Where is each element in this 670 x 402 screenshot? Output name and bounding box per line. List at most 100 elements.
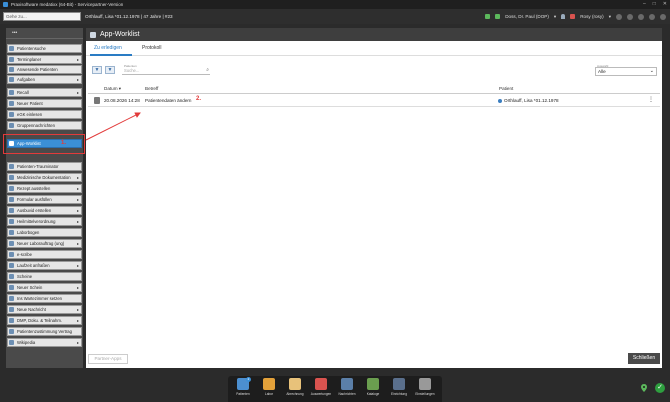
worklist-search-input[interactable]: Suche... ⌕ bbox=[122, 67, 210, 75]
annotation-step-2: 2. bbox=[196, 96, 202, 102]
sidebar-item-dmp-doku-teilnahm[interactable]: DMP, Doku. & Teilnahm. ▸ bbox=[7, 316, 82, 325]
sidebar-item-neuer-schein[interactable]: Neuer Schein ▸ bbox=[7, 283, 82, 292]
sidebar-item-label: Recall bbox=[17, 90, 29, 95]
chevron-down-icon[interactable]: ▾ bbox=[609, 12, 611, 21]
annotation-highlight-box bbox=[3, 134, 85, 154]
dock-item-patienten[interactable]: Patienten 2 bbox=[232, 377, 254, 402]
sidebar-item-medizinische-dokumentation[interactable]: Medizinische Dokumentation ▸ bbox=[7, 173, 82, 182]
location-pin-icon[interactable] bbox=[641, 384, 647, 392]
sidebar-item-icon bbox=[9, 101, 14, 106]
filter-reset-button[interactable]: ▼ bbox=[105, 66, 115, 74]
sidebar-item-icon bbox=[9, 57, 14, 62]
dock-item-nachrichten[interactable]: Nachrichten bbox=[336, 378, 358, 402]
row-datum: 20.08.2026 14:28 bbox=[104, 98, 140, 103]
sidebar-item-label: Terminplaner bbox=[17, 57, 42, 62]
column-patient[interactable]: Patient bbox=[499, 86, 513, 91]
sidebar-item-patientenzustimmung-vertrag[interactable]: Patientenzustimmung Vertrag bbox=[7, 327, 82, 336]
active-tab-indicator bbox=[90, 54, 132, 56]
sidebar-item-e-scribe[interactable]: e-scribe bbox=[7, 250, 82, 259]
sidebar-item-aufgaben[interactable]: Aufgaben ▸ bbox=[7, 75, 82, 84]
partner-apps-button[interactable]: Partner-Apps bbox=[88, 354, 128, 364]
search-icon[interactable]: ⌕ bbox=[206, 67, 209, 74]
sidebar-item-gruppennachrichten[interactable]: Gruppennachrichten bbox=[7, 121, 82, 130]
help-icon[interactable] bbox=[638, 13, 644, 20]
sidebar-item-recall[interactable]: Recall ▸ bbox=[7, 88, 82, 97]
sidebar-item-rezept-ausstellen[interactable]: Rezept ausstellen ▸ bbox=[7, 184, 82, 193]
sidebar-item-icon bbox=[9, 77, 14, 82]
filter-button[interactable]: ▼ bbox=[92, 66, 102, 74]
column-betreff[interactable]: Betreff bbox=[145, 86, 158, 91]
sidebar-item-heilmittelverordnung[interactable]: Heilmittelverordnung ▸ bbox=[7, 217, 82, 226]
chevron-down-icon[interactable]: ▾ bbox=[554, 12, 556, 21]
sidebar-item-ausbuvid-erstellen[interactable]: Ausbuvid erstellen ▸ bbox=[7, 206, 82, 215]
sidebar-item-label: Gruppennachrichten bbox=[17, 123, 55, 128]
sidebar-item-neue-nachricht[interactable]: Neue Nachricht ▸ bbox=[7, 305, 82, 314]
sidebar-item-patientensuche[interactable]: Patientensuche bbox=[7, 44, 82, 53]
sidebar-item-neuer-laborauftrag-ung[interactable]: Neuer Laborauftrag (ung) ▸ bbox=[7, 239, 82, 248]
sidebar-item-scheine[interactable]: Scheine bbox=[7, 272, 82, 281]
sidebar-item-label: Rezept ausstellen bbox=[17, 186, 51, 191]
dock-item-labor[interactable]: Labor bbox=[258, 378, 280, 402]
maximize-button[interactable]: □ bbox=[653, 0, 656, 9]
sidebar-menu-toggle[interactable]: ••• bbox=[6, 28, 83, 39]
status-green-icon-2[interactable] bbox=[495, 14, 501, 19]
filter-clear-icon: ▼ bbox=[107, 67, 113, 73]
tab-zu-erledigen[interactable]: Zu erledigen bbox=[94, 45, 122, 51]
sidebar-item-icon bbox=[9, 175, 14, 180]
sidebar-item-icon bbox=[9, 67, 14, 72]
tab-protokoll[interactable]: Protokoll bbox=[142, 45, 161, 51]
close-button[interactable]: Schließen bbox=[628, 353, 660, 364]
sidebar-item-icon bbox=[9, 208, 14, 213]
dock-item-label: Einrichtung bbox=[391, 392, 407, 396]
minimize-button[interactable]: – bbox=[643, 0, 646, 9]
sidebar-item-icon bbox=[9, 252, 14, 257]
table-row[interactable]: 20.08.2026 14:28 Patientendaten ändern O… bbox=[88, 95, 660, 107]
chevron-right-icon: ▸ bbox=[76, 197, 79, 202]
sidebar-item-formular-ausfüllen[interactable]: Formular ausfüllen ▸ bbox=[7, 195, 82, 204]
goto-search-input[interactable]: Gehe zu... bbox=[3, 12, 81, 21]
user-selector[interactable]: Rosy (rosy) bbox=[580, 12, 603, 21]
doctor-selector[interactable]: Doss, Dr. Paul (DOP) bbox=[505, 12, 549, 21]
column-datum[interactable]: Datum ▾ bbox=[104, 86, 121, 92]
status-green-icon[interactable] bbox=[485, 14, 491, 19]
chevron-right-icon: ▸ bbox=[76, 263, 79, 268]
current-patient-info[interactable]: Orthlauff, Lisa *01.12.1978 | 47 Jahre |… bbox=[85, 12, 173, 21]
setup-icon bbox=[393, 378, 405, 390]
info-icon[interactable] bbox=[649, 13, 655, 20]
row-betreff: Patientendaten ändern bbox=[145, 98, 192, 103]
sidebar-item-terminplaner[interactable]: Terminplaner ▸ bbox=[7, 55, 82, 64]
sidebar-item-ins-wartezimmer-setzen[interactable]: Ins Wartezimmer setzen bbox=[7, 294, 82, 303]
auswahl-dropdown[interactable]: Alle ⌄ bbox=[595, 67, 657, 76]
app-logo-icon bbox=[3, 2, 8, 7]
dock-item-auswertungen[interactable]: Auswertungen bbox=[310, 378, 332, 402]
chevron-right-icon: ▸ bbox=[76, 340, 79, 345]
sidebar-item-label: Aufgaben bbox=[17, 77, 35, 82]
panel-title-bar: App-Worklist bbox=[86, 28, 662, 41]
dock-item-einstellungen[interactable]: Einstellungen bbox=[414, 378, 436, 402]
dock-item-label: Auswertungen bbox=[310, 392, 332, 396]
dock-item-kataloge[interactable]: Kataloge bbox=[362, 378, 384, 402]
sidebar-item-label: Medizinische Dokumentation bbox=[17, 175, 71, 180]
sidebar-item-laborbogen[interactable]: Laborbogen bbox=[7, 228, 82, 237]
row-more-icon[interactable]: ⋮ bbox=[648, 96, 654, 103]
lock-icon[interactable] bbox=[616, 13, 622, 20]
dock-item-einrichtung[interactable]: Einrichtung bbox=[388, 378, 410, 402]
dock-item-label: Kataloge bbox=[366, 392, 380, 396]
sidebar-item-anwesende-patienten[interactable]: Anwesende Patienten bbox=[7, 65, 82, 74]
row-patient-cell[interactable]: Orthlauff, Lisa *01.12.1978 bbox=[498, 98, 559, 103]
annotation-step-1: 1. bbox=[61, 140, 67, 146]
notification-icon[interactable] bbox=[627, 13, 633, 20]
sidebar-item-icon bbox=[9, 112, 14, 117]
sidebar-item-neuer-patient[interactable]: Neuer Patient bbox=[7, 99, 82, 108]
sidebar-item-patienten-trauminator[interactable]: Patienten-Trauminator bbox=[7, 162, 82, 171]
sidebar-item-icon bbox=[9, 340, 14, 345]
power-icon[interactable] bbox=[660, 13, 666, 20]
sidebar-item-label: Heilmittelverordnung bbox=[17, 219, 56, 224]
status-ok-icon[interactable]: ✓ bbox=[655, 383, 665, 393]
sidebar-item-egk-einlesen[interactable]: eGK einlesen bbox=[7, 110, 82, 119]
sidebar-item-laufzeit-anfraßen[interactable]: Laufzeit anfraßen ▸ bbox=[7, 261, 82, 270]
sidebar-item-label: Anwesende Patienten bbox=[17, 67, 58, 72]
close-window-button[interactable]: ✕ bbox=[663, 0, 667, 9]
dock-item-abrechnung[interactable]: Abrechnung bbox=[284, 378, 306, 402]
sidebar-item-wikipedia[interactable]: Wikipedia ▸ bbox=[7, 338, 82, 347]
